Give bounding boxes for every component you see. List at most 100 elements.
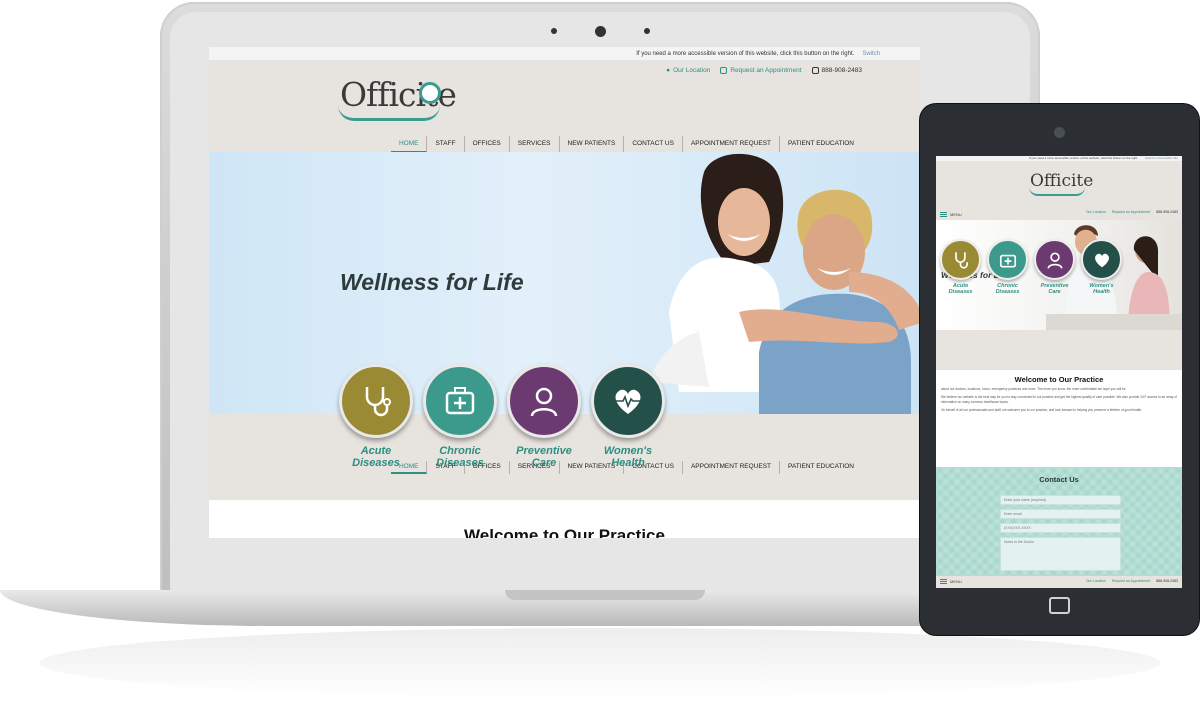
tablet-header: Officite MENU Our Location Request an Ap…: [936, 161, 1182, 220]
tablet-appointment-link[interactable]: Request an Appointment: [1112, 210, 1150, 214]
nav-appointment-request[interactable]: APPOINTMENT REQUEST: [683, 136, 781, 153]
utility-links: ● Our Location Request an Appointment 88…: [666, 67, 862, 74]
medical-kit-icon: [423, 364, 497, 438]
contact-email-input[interactable]: Enter email: [1000, 509, 1121, 519]
tablet-circle-label-line2: Health: [1093, 289, 1110, 295]
laptop-screen: If you need a more accessible version of…: [209, 47, 920, 538]
doctor-icon: [1034, 239, 1075, 280]
laptop-sensor: [644, 28, 650, 34]
tablet-menu-label: MENU: [950, 212, 962, 217]
stethoscope-icon: [940, 239, 981, 280]
site-logo[interactable]: Officite: [338, 75, 457, 121]
request-appointment-link[interactable]: Request an Appointment: [720, 67, 802, 74]
circle-label-line2: Diseases: [436, 457, 484, 469]
circle-label-line1: Acute: [360, 445, 392, 457]
tablet-service-preventive-care[interactable]: Preventive Care: [1034, 239, 1075, 295]
hamburger-icon: [940, 212, 947, 217]
our-location-label: Our Location: [673, 67, 711, 74]
heart-pulse-icon: [1081, 239, 1122, 280]
tablet-circle-label-line2: Diseases: [995, 289, 1020, 295]
map-pin-icon: ●: [666, 67, 671, 74]
nav-patient-education[interactable]: PATIENT EDUCATION: [780, 136, 862, 153]
tablet-phone-link[interactable]: 888-908-2483: [1156, 210, 1178, 214]
accessibility-bar: If you need a more accessible version of…: [209, 47, 920, 61]
nav-appointment-request[interactable]: APPOINTMENT REQUEST: [683, 461, 781, 474]
welcome-heading: Welcome to Our Practice: [464, 526, 665, 538]
nav-staff[interactable]: STAFF: [427, 136, 465, 153]
tablet-sticky-footer: MENU Our Location Request an Appointment…: [936, 576, 1182, 588]
welcome-section: Welcome to Our Practice: [209, 500, 920, 538]
tablet-screen: If you need a more accessible version of…: [936, 156, 1182, 588]
service-circles: Acute Diseases Chronic Diseases Preventive…: [339, 364, 665, 469]
nav-patient-education[interactable]: PATIENT EDUCATION: [780, 461, 862, 474]
circle-label-line2: Diseases: [352, 457, 400, 469]
service-womens-health[interactable]: Women's Health: [591, 364, 665, 469]
tablet-contact-section: Contact Us Enter your name (required) En…: [936, 467, 1182, 588]
nav-new-patients[interactable]: NEW PATIENTS: [560, 136, 625, 153]
main-nav: HOME STAFF OFFICES SERVICES NEW PATIENTS…: [390, 136, 862, 153]
contact-name-input[interactable]: Enter your name (required): [1000, 495, 1121, 505]
circle-label-line1: Preventive: [516, 445, 572, 457]
site-header: ● Our Location Request an Appointment 88…: [209, 61, 920, 153]
circle-label-line1: Chronic: [439, 445, 481, 457]
doctor-icon: [507, 364, 581, 438]
contact-phone-input[interactable]: (XXX)XXX-XXXX: [1000, 523, 1121, 533]
tablet-menu-button[interactable]: MENU: [940, 212, 962, 217]
tablet-service-acute-diseases[interactable]: Acute Diseases: [940, 239, 981, 295]
tablet-home-button[interactable]: [1049, 597, 1070, 614]
laptop-reflection: [40, 628, 1160, 698]
tablet-footer-links: Our Location Request an Appointment 888-…: [1086, 579, 1178, 583]
device-mockup: If you need a more accessible version of…: [0, 0, 1200, 703]
tablet-camera-icon: [1054, 127, 1065, 138]
hero-couple-image: [649, 153, 920, 414]
service-preventive-care[interactable]: Preventive Care: [507, 364, 581, 469]
tablet-service-circles: Acute Diseases Chronic Diseases Preventive…: [940, 239, 1122, 295]
nav-offices[interactable]: OFFICES: [465, 136, 510, 153]
tablet-logo-swoosh: [1029, 187, 1085, 196]
service-acute-diseases[interactable]: Acute Diseases: [339, 364, 413, 469]
tablet-accessibility-switch-link[interactable]: Switch to Accessible Site: [1145, 156, 1178, 160]
tablet-footer-menu-button[interactable]: MENU: [940, 579, 962, 584]
tablet-footer-phone-link[interactable]: 888-908-2483: [1156, 579, 1178, 583]
tablet-contact-title: Contact Us: [1039, 475, 1079, 484]
stethoscope-icon: [339, 364, 413, 438]
tablet-service-womens-health[interactable]: Women's Health: [1081, 239, 1122, 295]
heart-pulse-icon: [591, 364, 665, 438]
tablet-location-link[interactable]: Our Location: [1086, 210, 1106, 214]
nav-home[interactable]: HOME: [390, 136, 428, 153]
phone-icon: [811, 67, 819, 74]
tablet-body-paragraph: On behalf of all our professionals and s…: [941, 407, 1143, 412]
circle-label-line1: Women's: [603, 445, 653, 457]
request-appointment-label: Request an Appointment: [730, 67, 802, 74]
nav-services[interactable]: SERVICES: [510, 136, 560, 153]
hamburger-icon: [940, 579, 947, 584]
tablet-body-paragraph: about our doctors, locations, hours, eme…: [941, 387, 1127, 391]
tablet-accessibility-text: If you need a more accessible version of…: [1028, 156, 1138, 160]
service-chronic-diseases[interactable]: Chronic Diseases: [423, 364, 497, 469]
phone-link[interactable]: 888-908-2483: [811, 67, 862, 74]
tablet-circle-label-line2: Diseases: [948, 289, 973, 295]
our-location-link[interactable]: ● Our Location: [666, 67, 710, 74]
contact-notes-textarea[interactable]: Notes to the Doctor: [1000, 537, 1121, 571]
tablet-footer-location-link[interactable]: Our Location: [1086, 579, 1106, 583]
laptop-camera-icon: [595, 26, 606, 37]
tablet-welcome-heading: Welcome to Our Practice: [1014, 375, 1104, 384]
nav-contact-us[interactable]: CONTACT US: [624, 136, 683, 153]
circle-label-line2: Health: [611, 457, 645, 469]
tablet-device: If you need a more accessible version of…: [920, 104, 1199, 635]
laptop-notch: [505, 590, 705, 600]
tablet-utility-links: Our Location Request an Appointment 888-…: [1086, 210, 1178, 214]
tablet-service-chronic-diseases[interactable]: Chronic Diseases: [987, 239, 1028, 295]
tablet-welcome-body: about our doctors, locations, hours, eme…: [936, 384, 1182, 412]
tablet-circle-label-line2: Care: [1048, 289, 1061, 295]
phone-number: 888-908-2483: [821, 67, 862, 74]
medical-kit-icon: [987, 239, 1028, 280]
logo-doctors-icon: [419, 82, 441, 104]
tablet-circle-band: [936, 330, 1182, 370]
tablet-footer-appointment-link[interactable]: Request an Appointment: [1112, 579, 1150, 583]
tablet-body-paragraph: We believe our website is the best way f…: [941, 395, 1177, 404]
tablet-footer-menu-label: MENU: [950, 579, 962, 584]
circle-label-line2: Care: [531, 457, 557, 469]
accessibility-switch-link[interactable]: Switch: [862, 51, 880, 57]
logo-swoosh: [338, 105, 440, 121]
